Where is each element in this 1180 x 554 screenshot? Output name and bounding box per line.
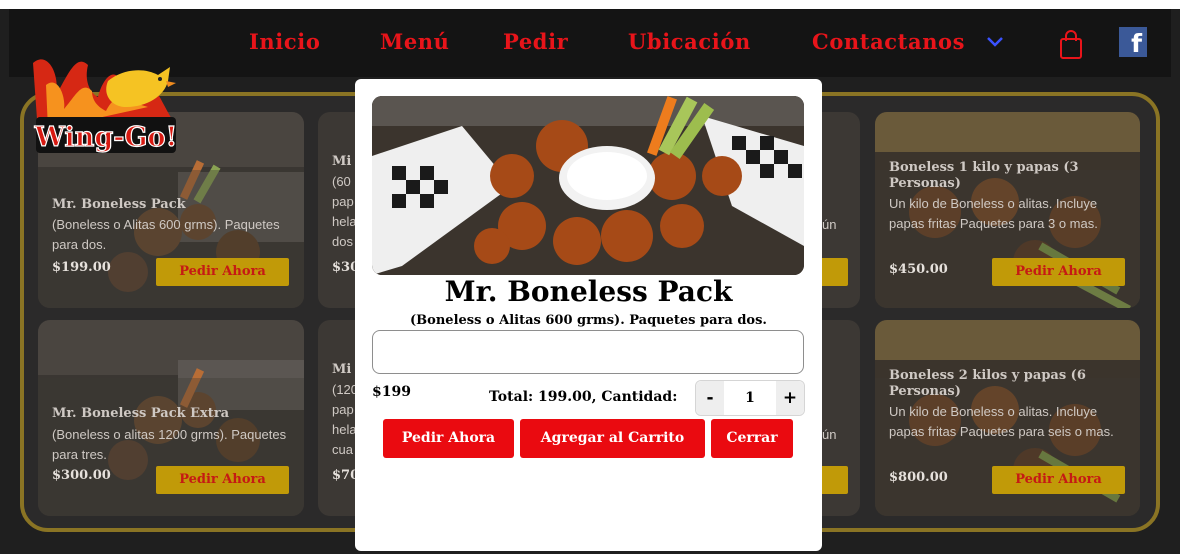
- total-quantity-label: Total: 199.00, Cantidad:: [489, 389, 678, 405]
- order-now-button[interactable]: Pedir Ahora: [992, 466, 1125, 494]
- order-now-button[interactable]: Pedir Ahora: [992, 258, 1125, 286]
- wing-go-logo[interactable]: Wing-Go!: [28, 45, 185, 165]
- product-name: Mr. Boneless Pack: [52, 197, 186, 212]
- facebook-icon[interactable]: f: [1119, 27, 1147, 58]
- nav-inicio[interactable]: Inicio: [249, 29, 320, 54]
- modal-product-subtitle: (Boneless o Alitas 600 grms). Paquetes p…: [410, 313, 767, 328]
- modal-price: $199: [372, 384, 411, 400]
- product-desc: (Boneless o alitas 1200 grms). Paquetes …: [52, 427, 287, 462]
- quantity-stepper: - 1 +: [695, 380, 805, 416]
- add-to-cart-button[interactable]: Agregar al Carrito: [520, 419, 705, 458]
- increment-button[interactable]: +: [776, 381, 804, 415]
- logo-text: Wing-Go!: [34, 122, 178, 153]
- product-price: $300.00: [52, 468, 111, 483]
- order-notes-textarea[interactable]: [372, 330, 804, 374]
- product-card: Mr. Boneless Pack Extra (Boneless o alit…: [38, 320, 304, 516]
- product-name: Boneless 2 kilos y papas (6 Personas): [889, 368, 1086, 399]
- product-desc: (Boneless o Alitas 600 grms). Paquetes p…: [52, 217, 280, 252]
- order-now-button[interactable]: Pedir Ahora: [383, 419, 514, 458]
- product-desc: Un kilo de Boneless o alitas. Incluye pa…: [889, 196, 1098, 231]
- product-desc: Un kilo de Boneless o alitas. Incluye pa…: [889, 404, 1114, 439]
- close-button[interactable]: Cerrar: [711, 419, 793, 458]
- modal-product-photo: [372, 96, 804, 275]
- nav-contactanos[interactable]: Contactanos: [812, 29, 965, 54]
- product-price: $800.00: [889, 470, 948, 485]
- quantity-value[interactable]: 1: [724, 381, 776, 415]
- product-desc-fragment: ún: [822, 217, 837, 232]
- product-name: Boneless 1 kilo y papas (3 Personas): [889, 160, 1079, 191]
- shopping-bag-icon[interactable]: [1059, 30, 1083, 60]
- product-desc-fragment: ún: [822, 427, 837, 442]
- order-now-button[interactable]: Pedir Ahora: [156, 466, 289, 494]
- product-price: $450.00: [889, 262, 948, 277]
- decrement-button[interactable]: -: [696, 381, 724, 415]
- nav-pedir[interactable]: Pedir: [503, 29, 568, 54]
- nav-menu[interactable]: Menú: [380, 29, 450, 54]
- product-card: Boneless 1 kilo y papas (3 Personas) Un …: [875, 112, 1140, 308]
- nav-ubicacion[interactable]: Ubicación: [628, 29, 751, 54]
- product-card: Boneless 2 kilos y papas (6 Personas) Un…: [875, 320, 1140, 516]
- product-price: $199.00: [52, 260, 111, 275]
- order-now-button[interactable]: Pedir Ahora: [156, 258, 289, 286]
- product-name: Mr. Boneless Pack Extra: [52, 406, 230, 421]
- product-modal: Mr. Boneless Pack (Boneless o Alitas 600…: [355, 79, 822, 551]
- modal-product-title: Mr. Boneless Pack: [444, 275, 733, 308]
- browser-top-strip: [0, 0, 1180, 9]
- chevron-down-icon[interactable]: [985, 35, 1005, 49]
